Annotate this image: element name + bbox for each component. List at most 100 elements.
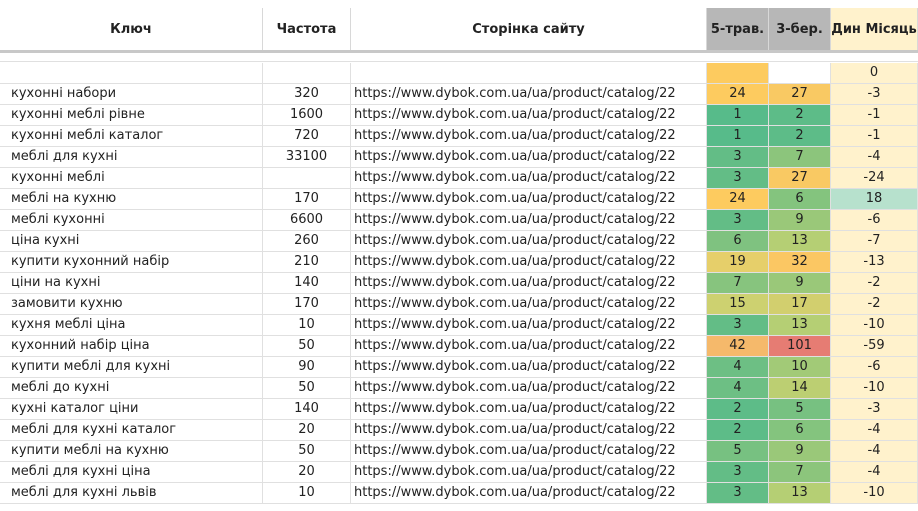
frequency-cell[interactable]: 170	[263, 189, 351, 210]
mar3-cell[interactable]: 5	[769, 399, 831, 420]
key-cell[interactable]: ціна кухні	[0, 231, 263, 252]
frequency-cell[interactable]: 6600	[263, 210, 351, 231]
key-cell[interactable]: меблі для кухні ціна	[0, 462, 263, 483]
frequency-cell[interactable]: 20	[263, 420, 351, 441]
frequency-cell[interactable]: 320	[263, 84, 351, 105]
may5-cell[interactable]: 3	[707, 168, 769, 189]
page-url-cell[interactable]: https://www.dybok.com.ua/ua/product/cata…	[351, 378, 707, 399]
mar3-cell[interactable]: 13	[769, 231, 831, 252]
frequency-cell[interactable]	[263, 168, 351, 189]
dynamics-cell[interactable]: -6	[831, 357, 918, 378]
dynamics-cell[interactable]: -2	[831, 294, 918, 315]
frequency-cell[interactable]: 90	[263, 357, 351, 378]
key-cell[interactable]: кухні каталог ціни	[0, 399, 263, 420]
dynamics-cell[interactable]: -7	[831, 231, 918, 252]
dynamics-cell[interactable]: -4	[831, 441, 918, 462]
key-cell[interactable]: кухонні меблі рівне	[0, 105, 263, 126]
mar3-cell[interactable]: 7	[769, 462, 831, 483]
mar3-cell[interactable]: 17	[769, 294, 831, 315]
page-url-cell[interactable]	[351, 63, 707, 84]
may5-cell[interactable]: 5	[707, 441, 769, 462]
page-url-cell[interactable]: https://www.dybok.com.ua/ua/product/cata…	[351, 252, 707, 273]
page-url-cell[interactable]: https://www.dybok.com.ua/ua/product/cata…	[351, 336, 707, 357]
may5-cell[interactable]: 1	[707, 126, 769, 147]
key-cell[interactable]: кухонні набори	[0, 84, 263, 105]
frequency-cell[interactable]: 720	[263, 126, 351, 147]
header-dynamics-month[interactable]: Дин Місяць	[831, 8, 918, 50]
key-cell[interactable]: меблі для кухні львів	[0, 483, 263, 504]
may5-cell[interactable]: 7	[707, 273, 769, 294]
key-cell[interactable]: купити кухонний набір	[0, 252, 263, 273]
key-cell[interactable]: кухонні меблі каталог	[0, 126, 263, 147]
page-url-cell[interactable]: https://www.dybok.com.ua/ua/product/cata…	[351, 399, 707, 420]
dynamics-cell[interactable]: 18	[831, 189, 918, 210]
may5-cell[interactable]: 24	[707, 189, 769, 210]
mar3-cell[interactable]: 13	[769, 483, 831, 504]
frequency-cell[interactable]: 10	[263, 483, 351, 504]
mar3-cell[interactable]: 101	[769, 336, 831, 357]
dynamics-cell[interactable]: -4	[831, 147, 918, 168]
mar3-cell[interactable]: 32	[769, 252, 831, 273]
key-cell[interactable]: меблі на кухню	[0, 189, 263, 210]
frequency-cell[interactable]: 50	[263, 336, 351, 357]
key-cell[interactable]: купити меблі на кухню	[0, 441, 263, 462]
frequency-cell[interactable]: 170	[263, 294, 351, 315]
may5-cell[interactable]: 4	[707, 357, 769, 378]
key-cell[interactable]: замовити кухню	[0, 294, 263, 315]
may5-cell[interactable]: 2	[707, 420, 769, 441]
page-url-cell[interactable]: https://www.dybok.com.ua/ua/product/cata…	[351, 147, 707, 168]
mar3-cell[interactable]: 2	[769, 126, 831, 147]
frequency-cell[interactable]: 140	[263, 273, 351, 294]
key-cell[interactable]: меблі для кухні	[0, 147, 263, 168]
mar3-cell[interactable]: 9	[769, 273, 831, 294]
frequency-cell[interactable]: 10	[263, 315, 351, 336]
may5-cell[interactable]: 3	[707, 315, 769, 336]
dynamics-cell[interactable]: -10	[831, 483, 918, 504]
key-cell[interactable]: кухня меблі ціна	[0, 315, 263, 336]
page-url-cell[interactable]: https://www.dybok.com.ua/ua/product/cata…	[351, 105, 707, 126]
dynamics-cell[interactable]: -10	[831, 315, 918, 336]
dynamics-cell[interactable]: -13	[831, 252, 918, 273]
mar3-cell[interactable]: 9	[769, 441, 831, 462]
may5-cell[interactable]: 3	[707, 462, 769, 483]
key-cell[interactable]: меблі до кухні	[0, 378, 263, 399]
mar3-cell[interactable]: 7	[769, 147, 831, 168]
page-url-cell[interactable]: https://www.dybok.com.ua/ua/product/cata…	[351, 126, 707, 147]
key-cell[interactable]: кухонний набір ціна	[0, 336, 263, 357]
frequency-cell[interactable]: 1600	[263, 105, 351, 126]
may5-cell[interactable]: 1	[707, 105, 769, 126]
mar3-cell[interactable]: 27	[769, 168, 831, 189]
page-url-cell[interactable]: https://www.dybok.com.ua/ua/product/cata…	[351, 210, 707, 231]
frequency-cell[interactable]: 20	[263, 462, 351, 483]
key-cell[interactable]	[0, 63, 263, 84]
page-url-cell[interactable]: https://www.dybok.com.ua/ua/product/cata…	[351, 189, 707, 210]
may5-cell[interactable]: 2	[707, 399, 769, 420]
dynamics-cell[interactable]: -10	[831, 378, 918, 399]
header-mar3[interactable]: 3-бер.	[769, 8, 831, 50]
may5-cell[interactable]: 42	[707, 336, 769, 357]
frequency-cell[interactable]: 210	[263, 252, 351, 273]
may5-cell[interactable]: 3	[707, 210, 769, 231]
header-site-page[interactable]: Сторінка сайту	[351, 8, 707, 50]
header-key[interactable]: Ключ	[0, 8, 263, 50]
frequency-cell[interactable]	[263, 63, 351, 84]
page-url-cell[interactable]: https://www.dybok.com.ua/ua/product/cata…	[351, 294, 707, 315]
may5-cell[interactable]: 15	[707, 294, 769, 315]
dynamics-cell[interactable]: -3	[831, 84, 918, 105]
mar3-cell[interactable]	[769, 63, 831, 84]
dynamics-cell[interactable]: -1	[831, 126, 918, 147]
may5-cell[interactable]: 6	[707, 231, 769, 252]
mar3-cell[interactable]: 10	[769, 357, 831, 378]
mar3-cell[interactable]: 27	[769, 84, 831, 105]
frequency-cell[interactable]: 50	[263, 441, 351, 462]
page-url-cell[interactable]: https://www.dybok.com.ua/ua/product/cata…	[351, 462, 707, 483]
dynamics-cell[interactable]: -2	[831, 273, 918, 294]
page-url-cell[interactable]: https://www.dybok.com.ua/ua/product/cata…	[351, 231, 707, 252]
mar3-cell[interactable]: 9	[769, 210, 831, 231]
dynamics-cell[interactable]: -4	[831, 420, 918, 441]
page-url-cell[interactable]: https://www.dybok.com.ua/ua/product/cata…	[351, 483, 707, 504]
key-cell[interactable]: меблі кухонні	[0, 210, 263, 231]
may5-cell[interactable]: 24	[707, 84, 769, 105]
header-may5[interactable]: 5-трав.	[707, 8, 769, 50]
mar3-cell[interactable]: 2	[769, 105, 831, 126]
